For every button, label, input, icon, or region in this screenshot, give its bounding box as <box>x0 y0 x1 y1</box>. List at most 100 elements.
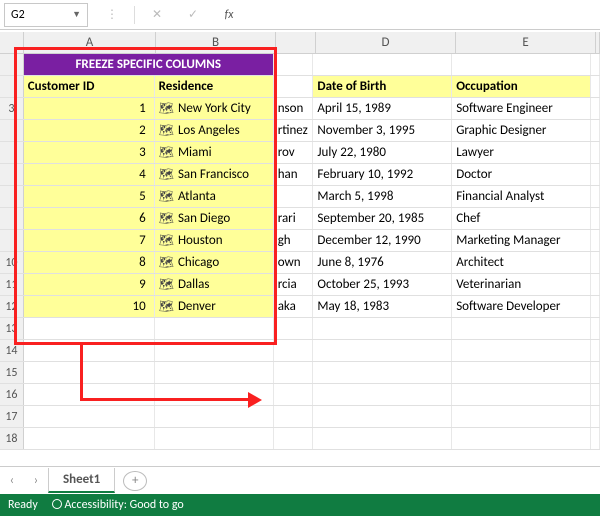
row-header[interactable]: 16 <box>0 384 24 405</box>
cell-customer-id[interactable]: 3 <box>24 142 155 163</box>
header-residence[interactable]: Residence <box>155 76 274 97</box>
cell-customer-id[interactable]: 4 <box>24 164 155 185</box>
cell-name-fragment[interactable]: aka <box>274 296 314 317</box>
cell[interactable] <box>274 362 314 383</box>
row-header[interactable] <box>0 230 24 251</box>
cell[interactable] <box>24 428 155 449</box>
cell-residence[interactable]: 🗺Los Angeles <box>155 120 274 141</box>
cell-customer-id[interactable]: 1 <box>24 98 155 119</box>
cell[interactable] <box>591 142 600 163</box>
cell-residence[interactable]: 🗺Atlanta <box>155 186 274 207</box>
cell[interactable] <box>155 428 274 449</box>
cell[interactable] <box>313 318 452 339</box>
cell-customer-id[interactable]: 5 <box>24 186 155 207</box>
cell-dob[interactable]: June 8, 1976 <box>313 252 452 273</box>
cell[interactable] <box>274 406 314 427</box>
cell-dob[interactable]: October 25, 1993 <box>313 274 452 295</box>
cell[interactable] <box>24 362 155 383</box>
cell[interactable] <box>24 384 155 405</box>
cell[interactable] <box>24 340 155 361</box>
cell[interactable] <box>313 54 452 75</box>
col-header-a[interactable]: A <box>24 32 156 53</box>
cell-occupation[interactable]: Architect <box>452 252 591 273</box>
col-header-d[interactable]: D <box>316 32 456 53</box>
cell-dob[interactable]: February 10, 1992 <box>313 164 452 185</box>
cell[interactable] <box>274 428 314 449</box>
cell[interactable] <box>591 274 600 295</box>
title-cell[interactable]: FREEZE SPECIFIC COLUMNS <box>24 54 274 75</box>
cell[interactable] <box>24 406 155 427</box>
cell[interactable] <box>274 340 314 361</box>
chevron-down-icon[interactable]: ▼ <box>72 9 81 20</box>
row-header[interactable]: 10 <box>0 252 24 273</box>
cell[interactable] <box>313 362 452 383</box>
cell[interactable] <box>591 208 600 229</box>
row-header[interactable] <box>0 120 24 141</box>
cell-customer-id[interactable]: 7 <box>24 230 155 251</box>
cell[interactable] <box>155 340 274 361</box>
cell[interactable] <box>452 428 591 449</box>
cell[interactable] <box>452 406 591 427</box>
cell[interactable] <box>274 318 314 339</box>
cell-occupation[interactable]: Lawyer <box>452 142 591 163</box>
cell[interactable] <box>274 54 314 75</box>
cell[interactable] <box>591 98 600 119</box>
row-header[interactable] <box>0 208 24 229</box>
row-header[interactable]: 11 <box>0 274 24 295</box>
accessibility-status[interactable]: Accessibility: Good to go <box>52 498 184 512</box>
cell[interactable] <box>591 318 600 339</box>
cell[interactable] <box>313 340 452 361</box>
confirm-icon[interactable]: ✓ <box>179 3 207 27</box>
row-header[interactable]: 12 <box>0 296 24 317</box>
cell-occupation[interactable]: Marketing Manager <box>452 230 591 251</box>
cell[interactable] <box>591 164 600 185</box>
cell-residence[interactable]: 🗺Miami <box>155 142 274 163</box>
cell-residence[interactable]: 🗺Dallas <box>155 274 274 295</box>
cell-occupation[interactable]: Graphic Designer <box>452 120 591 141</box>
col-header-c[interactable] <box>276 32 316 53</box>
cell-name-fragment[interactable]: han <box>274 164 314 185</box>
cell-customer-id[interactable]: 2 <box>24 120 155 141</box>
cell[interactable] <box>452 384 591 405</box>
cell[interactable] <box>452 362 591 383</box>
spreadsheet-grid[interactable]: FREEZE SPECIFIC COLUMNS Customer ID Resi… <box>0 54 600 450</box>
header-occupation[interactable]: Occupation <box>452 76 591 97</box>
cell-residence[interactable]: 🗺Chicago <box>155 252 274 273</box>
cell-residence[interactable]: 🗺Houston <box>155 230 274 251</box>
row-header[interactable]: 14 <box>0 340 24 361</box>
cell-occupation[interactable]: Chef <box>452 208 591 229</box>
cell[interactable] <box>452 54 591 75</box>
cell[interactable] <box>591 230 600 251</box>
cell-name-fragment[interactable]: rov <box>274 142 314 163</box>
col-header-e[interactable]: E <box>456 32 596 53</box>
cell-occupation[interactable]: Software Developer <box>452 296 591 317</box>
cell-residence[interactable]: 🗺San Francisco <box>155 164 274 185</box>
row-header[interactable]: 13 <box>0 318 24 339</box>
row-header[interactable]: 3 <box>0 98 24 119</box>
cell-customer-id[interactable]: 9 <box>24 274 155 295</box>
row-header[interactable]: 18 <box>0 428 24 449</box>
cell-dob[interactable]: March 5, 1998 <box>313 186 452 207</box>
cell[interactable] <box>591 384 600 405</box>
cell[interactable] <box>591 406 600 427</box>
col-header-f[interactable] <box>596 32 600 53</box>
cell-dob[interactable]: May 18, 1983 <box>313 296 452 317</box>
cell-name-fragment[interactable]: gh <box>274 230 314 251</box>
cell-name-fragment[interactable]: rtinez <box>274 120 314 141</box>
header-customer-id[interactable]: Customer ID <box>24 76 155 97</box>
cell[interactable] <box>24 318 155 339</box>
cell[interactable] <box>313 428 452 449</box>
cell[interactable] <box>155 318 274 339</box>
cell-residence[interactable]: 🗺Denver <box>155 296 274 317</box>
cell-name-fragment[interactable] <box>274 186 314 207</box>
cell[interactable] <box>313 406 452 427</box>
row-header[interactable] <box>0 76 24 97</box>
cell-occupation[interactable]: Veterinarian <box>452 274 591 295</box>
cell-residence[interactable]: 🗺New York City <box>155 98 274 119</box>
cell[interactable] <box>591 252 600 273</box>
cell[interactable] <box>155 384 274 405</box>
cell[interactable] <box>591 340 600 361</box>
select-all-corner[interactable] <box>0 32 24 53</box>
cell-customer-id[interactable]: 8 <box>24 252 155 273</box>
cell[interactable] <box>591 428 600 449</box>
